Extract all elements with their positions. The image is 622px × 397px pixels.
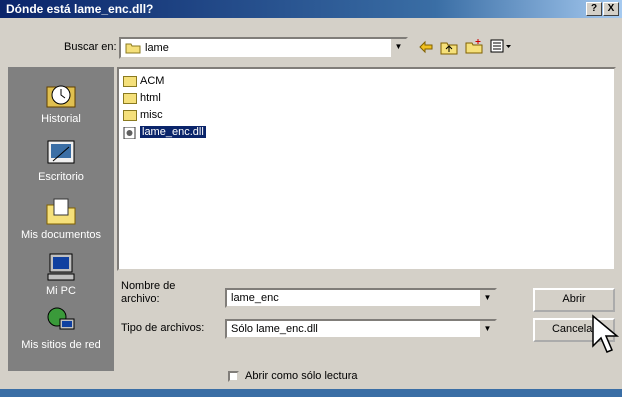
folder-icon <box>123 92 137 104</box>
place-my-documents[interactable]: Mis documentos <box>8 195 114 241</box>
filetype-dropdown[interactable]: Sólo lame_enc.dll ▼ <box>225 319 497 339</box>
network-icon <box>45 305 77 337</box>
dll-file-icon <box>123 126 137 140</box>
desktop-icon <box>45 137 77 169</box>
place-desktop[interactable]: Escritorio <box>8 137 114 183</box>
folder-icon <box>123 75 137 87</box>
place-label: Mis sitios de red <box>21 339 101 351</box>
file-list[interactable]: ACM html misc lame_enc.dll <box>117 67 616 271</box>
list-item[interactable]: misc <box>123 109 163 125</box>
open-button[interactable]: Abrir <box>533 288 615 312</box>
filename-value: lame_enc <box>231 292 279 304</box>
window-title: Dónde está lame_enc.dll? <box>6 2 154 16</box>
close-button[interactable]: X <box>603 2 619 16</box>
place-my-computer[interactable]: Mi PC <box>8 251 114 297</box>
list-item[interactable]: ACM <box>123 75 164 91</box>
help-button[interactable]: ? <box>586 2 602 16</box>
look-in-label: Buscar en: <box>64 41 117 53</box>
place-history[interactable]: Historial <box>8 79 114 125</box>
chevron-down-icon[interactable]: ▼ <box>479 321 495 337</box>
file-name: lame_enc.dll <box>140 126 206 138</box>
filetype-label: Tipo de archivos: <box>121 322 205 334</box>
place-label: Historial <box>41 113 81 125</box>
look-in-dropdown[interactable]: lame ▼ <box>119 37 408 59</box>
chevron-down-icon[interactable]: ▼ <box>390 39 406 57</box>
cursor-arrow-icon <box>591 314 621 359</box>
file-name: misc <box>140 109 163 121</box>
history-icon <box>45 79 77 111</box>
filetype-value: Sólo lame_enc.dll <box>231 323 318 335</box>
readonly-checkbox[interactable] <box>228 371 239 382</box>
folder-icon <box>125 42 141 57</box>
list-item-selected[interactable]: lame_enc.dll <box>123 126 206 142</box>
place-label: Mis documentos <box>20 229 102 241</box>
filename-label: Nombre de archivo: <box>121 280 193 306</box>
up-folder-icon[interactable] <box>440 39 458 58</box>
filename-input[interactable]: lame_enc ▼ <box>225 288 497 308</box>
file-name: html <box>140 92 161 104</box>
chevron-down-icon[interactable]: ▼ <box>479 290 495 306</box>
back-icon[interactable] <box>418 40 434 57</box>
readonly-label: Abrir como sólo lectura <box>245 370 358 382</box>
list-item[interactable]: html <box>123 92 161 108</box>
place-network[interactable]: Mis sitios de red <box>8 305 114 351</box>
filename-label-text: Nombre de archivo: <box>121 280 176 305</box>
places-bar: Historial Escritorio Mis documentos Mi P… <box>8 67 114 371</box>
computer-icon <box>45 251 77 283</box>
background-strip <box>0 389 622 397</box>
documents-icon <box>45 195 77 227</box>
look-in-value: lame <box>145 42 169 54</box>
file-name: ACM <box>140 75 165 87</box>
folder-icon <box>123 109 137 121</box>
place-label: Mi PC <box>46 285 76 297</box>
new-folder-icon[interactable] <box>465 38 483 57</box>
place-label: Escritorio <box>38 171 84 183</box>
view-menu-icon[interactable] <box>490 39 512 56</box>
